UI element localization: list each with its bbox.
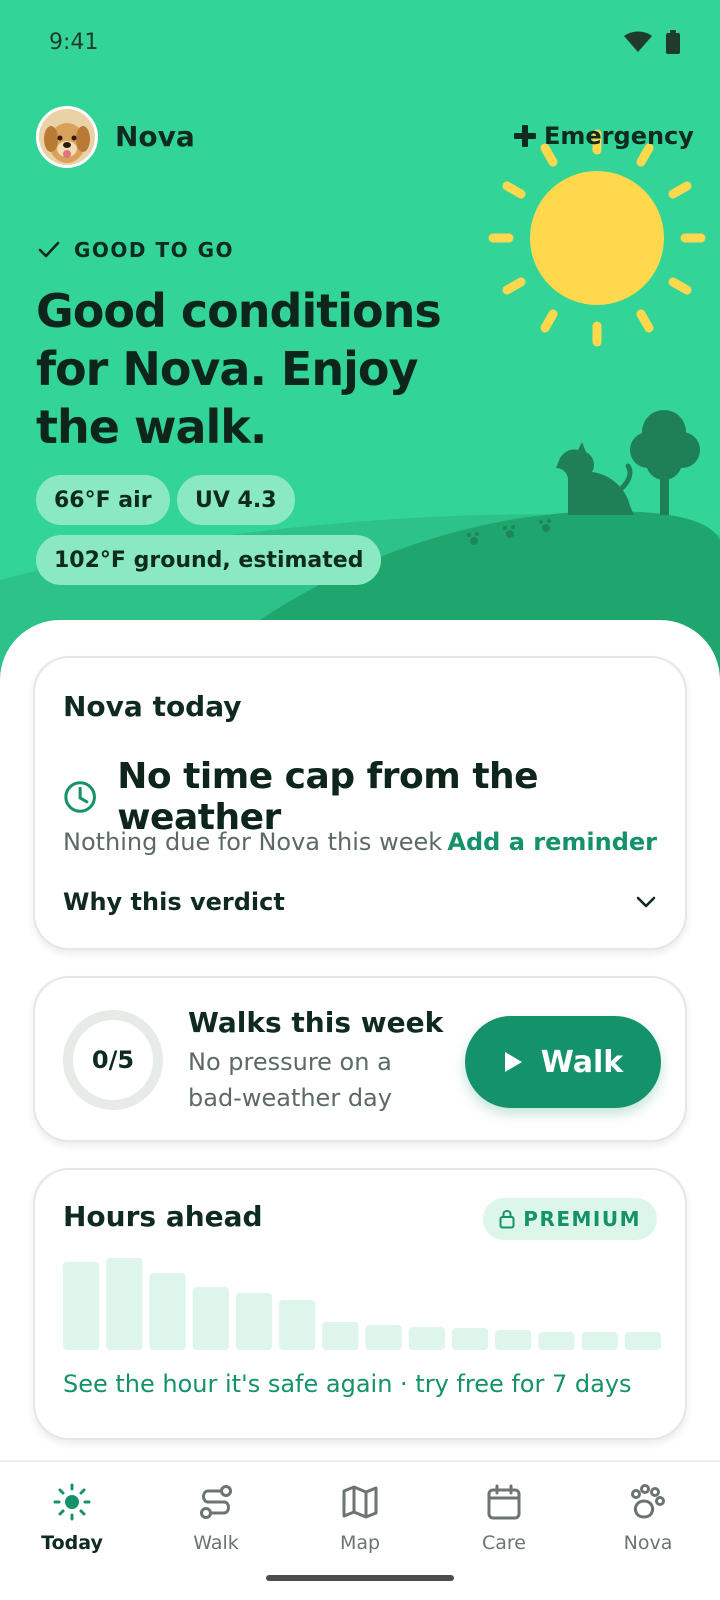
today-card-title: Nova today bbox=[63, 690, 242, 723]
route-icon bbox=[200, 1485, 232, 1519]
play-icon bbox=[504, 1052, 522, 1072]
calendar-icon bbox=[487, 1484, 521, 1520]
page-title: Good conditions for Nova. Enjoy the walk… bbox=[36, 284, 442, 454]
premium-badge[interactable]: PREMIUM bbox=[483, 1198, 657, 1240]
dog-illustration bbox=[556, 442, 634, 515]
clock-icon bbox=[64, 781, 96, 813]
hour-bar bbox=[149, 1273, 186, 1350]
emergency-button[interactable]: Emergency bbox=[514, 122, 694, 150]
hour-bar bbox=[451, 1328, 489, 1350]
chevron-down-icon bbox=[636, 896, 656, 908]
hour-bar bbox=[495, 1330, 532, 1350]
status-time: 9:41 bbox=[49, 30, 99, 55]
walk-progress-label: 0/5 bbox=[91, 1046, 135, 1074]
hour-bar bbox=[538, 1332, 575, 1350]
hour-bar bbox=[365, 1325, 402, 1350]
home-indicator[interactable] bbox=[266, 1575, 454, 1581]
wifi-icon bbox=[624, 31, 652, 52]
lock-icon bbox=[499, 1210, 515, 1229]
hour-bar bbox=[408, 1327, 445, 1350]
why-verdict-label: Why this verdict bbox=[63, 888, 285, 916]
tree-illustration bbox=[630, 410, 700, 515]
emergency-label: Emergency bbox=[544, 122, 694, 150]
walks-title: Walks this week bbox=[188, 1006, 444, 1039]
dog-avatar-icon bbox=[39, 109, 95, 165]
paw-icon bbox=[631, 1484, 665, 1519]
air-temp-chip: 66°F air bbox=[36, 475, 170, 525]
uv-chip: UV 4.3 bbox=[177, 475, 295, 525]
pet-name[interactable]: Nova bbox=[115, 120, 195, 153]
map-icon bbox=[342, 1485, 378, 1519]
plus-icon bbox=[514, 125, 536, 147]
verdict-label: GOOD TO GO bbox=[38, 238, 234, 262]
hours-title: Hours ahead bbox=[63, 1200, 263, 1233]
battery-icon bbox=[666, 30, 680, 54]
why-verdict-toggle[interactable]: Why this verdict bbox=[63, 888, 657, 916]
hours-ahead-card: Hours ahead PREMIUM See the hour it's sa… bbox=[33, 1168, 687, 1440]
nav-item-map[interactable]: Map bbox=[300, 1482, 420, 1554]
due-text: Nothing due for Nova this week bbox=[63, 828, 443, 856]
nav-item-care[interactable]: Care bbox=[444, 1482, 564, 1554]
avatar[interactable] bbox=[36, 106, 98, 168]
hour-bar bbox=[322, 1322, 359, 1350]
start-walk-button[interactable]: Walk bbox=[465, 1016, 661, 1108]
sun-icon bbox=[53, 1483, 91, 1521]
hero-banner: 9:41 Nova Emergency GOOD TO GO Good cond… bbox=[0, 0, 720, 680]
walks-subtitle: No pressure on a bad-weather day bbox=[188, 1048, 392, 1112]
hour-bar bbox=[192, 1287, 229, 1350]
walk-button-label: Walk bbox=[540, 1044, 624, 1080]
time-cap-text: No time cap from the weather bbox=[117, 756, 539, 838]
hour-bar bbox=[235, 1293, 273, 1350]
hour-bar bbox=[63, 1262, 100, 1350]
ground-temp-chip: 102°F ground, estimated bbox=[36, 535, 382, 585]
hour-bar bbox=[581, 1332, 618, 1350]
premium-trial-link[interactable]: See the hour it's safe again · try free … bbox=[63, 1370, 632, 1398]
walks-card: 0/5 Walks this week No pressure on a bad… bbox=[33, 976, 687, 1142]
hour-bar bbox=[624, 1332, 661, 1350]
nav-item-today[interactable]: Today bbox=[12, 1482, 132, 1554]
nav-item-nova[interactable]: Nova bbox=[588, 1482, 708, 1554]
hour-bar bbox=[279, 1300, 316, 1350]
nav-item-walk[interactable]: Walk bbox=[156, 1482, 276, 1554]
check-icon bbox=[38, 241, 60, 258]
hour-bar bbox=[106, 1258, 143, 1350]
today-card: Nova today No time cap from the weather … bbox=[33, 656, 687, 950]
add-reminder-link[interactable]: Add a reminder bbox=[447, 828, 657, 856]
sun-illustration bbox=[488, 129, 706, 347]
hours-chart bbox=[63, 1258, 661, 1350]
status-bar: 9:41 bbox=[0, 0, 720, 88]
